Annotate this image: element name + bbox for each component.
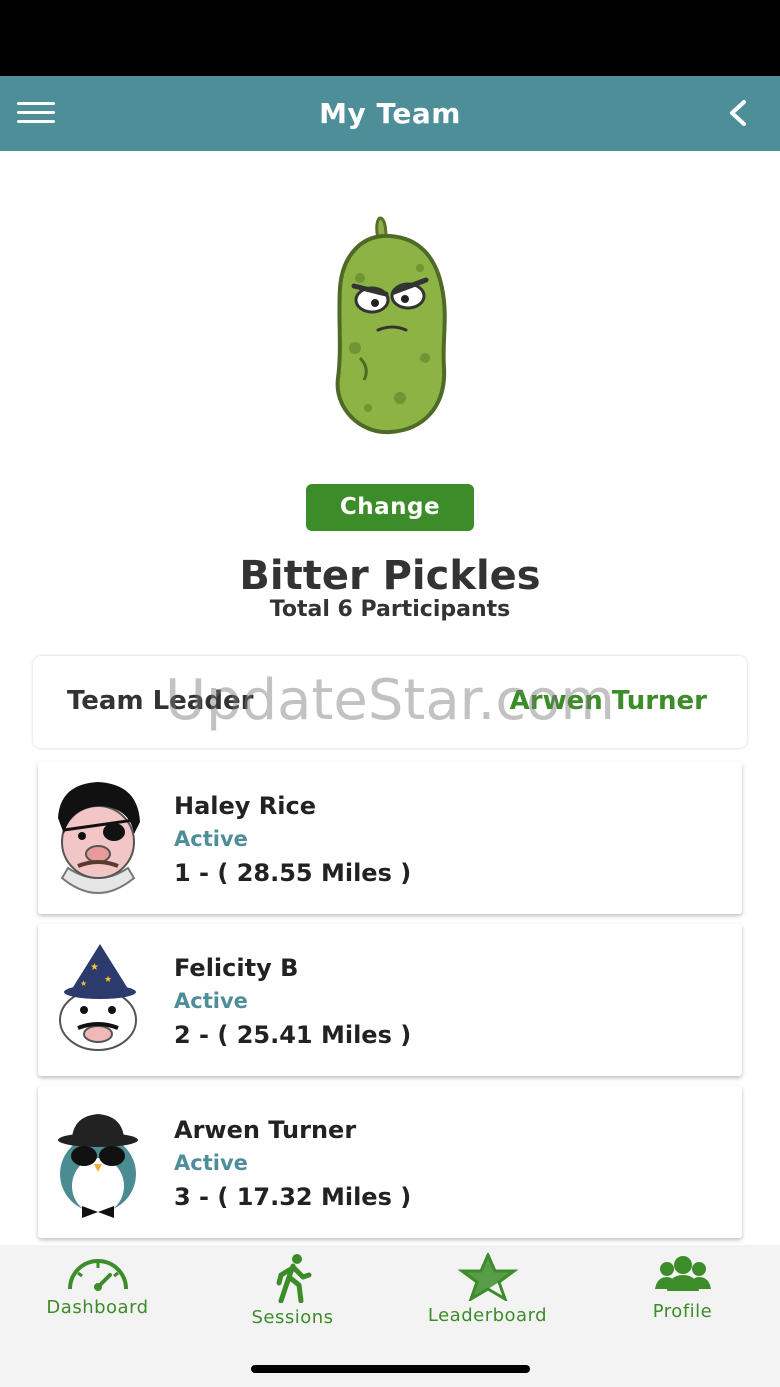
member-status: Active — [174, 827, 248, 851]
team-leader-label: Team Leader — [67, 686, 254, 716]
hamburger-menu-icon[interactable] — [17, 102, 55, 124]
member-name: Haley Rice — [174, 792, 316, 820]
member-card[interactable]: ★ ★ ★ Felicity B Active 2 - ( 25.41 Mile… — [38, 924, 742, 1076]
member-rank-miles: 3 - ( 17.32 Miles ) — [174, 1183, 412, 1211]
tab-leaderboard[interactable]: Leaderboard — [390, 1253, 585, 1333]
member-status: Active — [174, 1151, 248, 1175]
svg-text:★: ★ — [90, 962, 99, 973]
svg-text:★: ★ — [104, 975, 112, 985]
speedometer-icon — [67, 1259, 128, 1291]
tab-dashboard-label: Dashboard — [46, 1297, 149, 1318]
member-name: Arwen Turner — [174, 1116, 357, 1144]
member-card[interactable]: Arwen Turner Active 3 - ( 17.32 Miles ) — [38, 1086, 742, 1238]
tab-dashboard[interactable]: Dashboard — [0, 1253, 195, 1333]
walker-icon — [276, 1254, 311, 1303]
member-rank-miles: 2 - ( 25.41 Miles ) — [174, 1021, 412, 1049]
tab-leaderboard-label: Leaderboard — [427, 1305, 548, 1326]
tab-profile[interactable]: Profile — [585, 1253, 780, 1333]
member-rank-miles: 1 - ( 28.55 Miles ) — [174, 859, 412, 887]
status-bar — [0, 0, 780, 76]
page-title: My Team — [319, 97, 461, 130]
group-icon — [654, 1256, 711, 1291]
svg-text:★: ★ — [80, 979, 87, 988]
change-avatar-button[interactable]: Change — [306, 484, 474, 531]
home-indicator — [251, 1365, 530, 1373]
star-icon — [457, 1253, 518, 1301]
pickle-mascot-icon — [335, 216, 447, 435]
team-leader-card: Team Leader Arwen Turner — [33, 656, 747, 748]
tab-sessions[interactable]: Sessions — [195, 1253, 390, 1333]
member-name: Felicity B — [174, 954, 299, 982]
tab-profile-label: Profile — [652, 1301, 713, 1322]
pirate-pig-avatar-icon — [58, 782, 140, 894]
team-leader-name[interactable]: Arwen Turner — [510, 686, 707, 716]
tab-sessions-label: Sessions — [251, 1307, 334, 1328]
back-chevron-icon[interactable] — [726, 98, 750, 128]
member-status: Active — [174, 989, 248, 1013]
member-card[interactable]: Haley Rice Active 1 - ( 28.55 Miles ) — [38, 762, 742, 914]
wizard-cow-avatar-icon: ★ ★ ★ — [59, 944, 137, 1051]
nav-bar: My Team — [0, 76, 780, 151]
team-name: Bitter Pickles — [239, 553, 541, 599]
spy-penguin-avatar-icon — [58, 1114, 138, 1218]
participant-count: Total 6 Participants — [269, 597, 511, 622]
